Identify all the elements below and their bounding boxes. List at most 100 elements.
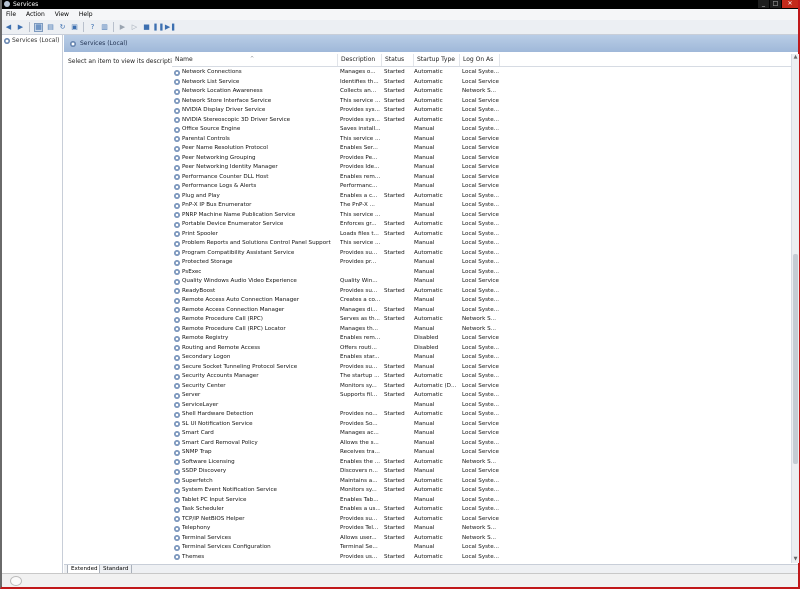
service-row[interactable]: Terminal Services Allows user... Started Au… [172, 534, 791, 544]
properties-icon[interactable]: ▤ [46, 23, 55, 32]
service-row[interactable]: Remote Access Connection Manager Manages … [172, 306, 791, 316]
service-gear-icon [174, 307, 180, 314]
service-name-cell: Portable Device Enumerator Service [174, 220, 334, 230]
service-row[interactable]: Secure Socket Tunneling Protocol Service… [172, 363, 791, 373]
service-row[interactable]: ServiceLayer Manual Local Syste... [172, 401, 791, 411]
service-row[interactable]: SL UI Notification Service Provides So...… [172, 420, 791, 430]
menu-view[interactable]: View [51, 9, 73, 20]
service-status: Started [384, 107, 405, 113]
service-row[interactable]: Print Spooler Loads files t... Started Auto… [172, 230, 791, 240]
service-row[interactable]: Smart Card Removal Policy Allows the s...… [172, 439, 791, 449]
service-row[interactable]: Office Source Engine Saves install... Manu… [172, 125, 791, 135]
service-row[interactable]: Telephony Provides Tel... Started Manual Net… [172, 524, 791, 534]
column-header-name[interactable]: Name ^ [172, 54, 338, 66]
service-status [384, 201, 414, 211]
service-row[interactable]: Remote Registry Enables rem... Disabled Loc… [172, 334, 791, 344]
service-row[interactable]: Peer Networking Identity Manager Provides… [172, 163, 791, 173]
help-icon[interactable]: ? [88, 23, 97, 32]
service-row[interactable]: Security Accounts Manager The startup ...… [172, 372, 791, 382]
refresh-icon[interactable]: ↻ [58, 23, 67, 32]
service-row[interactable]: PNRP Machine Name Publication Service Thi… [172, 211, 791, 221]
service-row[interactable]: Smart Card Manages ac... Manual Local Servi… [172, 429, 791, 439]
service-row[interactable]: ReadyBoost Provides su... Started Automatic… [172, 287, 791, 297]
service-row[interactable]: Network Connections Manages o... Started Au… [172, 68, 791, 78]
maximize-button[interactable]: □ [770, 0, 781, 8]
service-row[interactable]: Routing and Remote Access Offers routi...… [172, 344, 791, 354]
service-gear-icon [174, 402, 180, 409]
close-button[interactable]: ✕ [782, 0, 798, 8]
service-row[interactable]: SSDP Discovery Discovers n... Started Manua… [172, 467, 791, 477]
service-row[interactable]: PsExec Manual Local Syste... [172, 268, 791, 278]
service-gear-icon [174, 468, 180, 475]
service-row[interactable]: NVIDIA Stereoscopic 3D Driver Service Pro… [172, 116, 791, 126]
service-row[interactable]: Network List Service Identifies th... Star… [172, 78, 791, 88]
menu-help[interactable]: Help [75, 9, 97, 20]
back-arrow-icon[interactable]: ◀ [4, 23, 13, 32]
service-row[interactable]: Problem Reports and Solutions Control Pa… [172, 239, 791, 249]
service-name: Peer Networking Grouping [182, 154, 256, 161]
scroll-up-arrow-icon[interactable]: ▲ [792, 54, 799, 61]
service-status [384, 182, 414, 192]
service-row[interactable]: TCP/IP NetBIOS Helper Provides su... Start… [172, 515, 791, 525]
service-row[interactable]: Portable Device Enumerator Service Enforc… [172, 220, 791, 230]
console-view-icon[interactable]: ▥ [100, 23, 109, 32]
service-row[interactable]: Parental Controls This service ... Manual L… [172, 135, 791, 145]
service-row[interactable]: Terminal Services Configuration Terminal … [172, 543, 791, 553]
pause-service-icon[interactable]: ❚❚ [153, 23, 165, 32]
services-window: Services _ □ ✕ File Action View Help ◀ ▶… [0, 0, 800, 589]
column-header-startup-type[interactable]: Startup Type [414, 54, 460, 66]
service-row[interactable]: Secondary Logon Enables star... Manual Loca… [172, 353, 791, 363]
column-header-status[interactable]: Status [382, 54, 414, 66]
service-row[interactable]: Shell Hardware Detection Provides no... St… [172, 410, 791, 420]
service-row[interactable]: NVIDIA Display Driver Service Provides sy… [172, 106, 791, 116]
service-row[interactable]: SNMP Trap Receives tra... Manual Local Serv… [172, 448, 791, 458]
service-row[interactable]: Network Store Interface Service This serv… [172, 97, 791, 107]
service-row[interactable]: Remote Procedure Call (RPC) Locator Manag… [172, 325, 791, 335]
service-name-cell: Security Center [174, 382, 334, 392]
service-log-on-as: Local Syste... [462, 354, 500, 360]
service-name-cell: Peer Networking Grouping [174, 154, 334, 164]
export-list-icon[interactable]: ▣ [70, 23, 79, 32]
service-row[interactable]: Tablet PC Input Service Enables Tab... Man… [172, 496, 791, 506]
service-row[interactable]: Peer Networking Grouping Provides Pe... Ma… [172, 154, 791, 164]
service-row[interactable]: Network Location Awareness Collects an...… [172, 87, 791, 97]
scroll-down-arrow-icon[interactable]: ▼ [792, 556, 799, 563]
service-status [384, 353, 414, 363]
service-row[interactable]: Plug and Play Enables a c... Started Automa… [172, 192, 791, 202]
stop-service-icon[interactable]: ■ [142, 23, 151, 32]
service-row[interactable]: Server Supports fil... Started Automatic Loc… [172, 391, 791, 401]
service-row[interactable]: Remote Access Auto Connection Manager Cre… [172, 296, 791, 306]
service-log-on-as: Local Service [462, 173, 499, 180]
service-row[interactable]: Protected Storage Provides pr... Manual Loc… [172, 258, 791, 268]
service-row[interactable]: Performance Logs & Alerts Performanc... Ma… [172, 182, 791, 192]
column-header-description[interactable]: Description [338, 54, 382, 66]
service-status: Started [384, 392, 405, 398]
service-row[interactable]: Quality Windows Audio Video Experience Qu… [172, 277, 791, 287]
title-bar[interactable]: Services _ □ ✕ [2, 0, 798, 9]
service-row[interactable]: System Event Notification Service Monitor… [172, 486, 791, 496]
start-paused-icon[interactable]: ▷ [130, 23, 139, 32]
vertical-scrollbar[interactable]: ▲ ▼ [791, 54, 799, 563]
restart-service-icon[interactable]: ▶❚ [165, 23, 176, 32]
service-name: Remote Procedure Call (RPC) Locator [182, 325, 286, 332]
minimize-button[interactable]: _ [758, 0, 769, 8]
tree-item-services-local[interactable]: Services (Local) [4, 37, 59, 44]
service-row[interactable]: Software Licensing Enables the ... Started… [172, 458, 791, 468]
column-header-log-on-as[interactable]: Log On As [460, 54, 500, 66]
menu-file[interactable]: File [2, 9, 20, 20]
start-service-icon[interactable]: ▶ [118, 23, 127, 32]
service-row[interactable]: Remote Procedure Call (RPC) Serves as th.… [172, 315, 791, 325]
service-row[interactable]: PnP-X IP Bus Enumerator The PnP-X ... Manu… [172, 201, 791, 211]
service-row[interactable]: Themes Provides us... Started Automatic Loca… [172, 553, 791, 563]
service-name-cell: Terminal Services [174, 534, 334, 544]
service-row[interactable]: Peer Name Resolution Protocol Enables Ser… [172, 144, 791, 154]
forward-arrow-icon[interactable]: ▶ [16, 23, 25, 32]
service-row[interactable]: Superfetch Maintains a... Started Automatic… [172, 477, 791, 487]
scrollbar-thumb[interactable] [793, 254, 798, 464]
service-row[interactable]: Program Compatibility Assistant Service P… [172, 249, 791, 259]
service-row[interactable]: Task Scheduler Enables a us... Started Auto… [172, 505, 791, 515]
service-row[interactable]: Performance Counter DLL Host Enables rem.… [172, 173, 791, 183]
menu-action[interactable]: Action [22, 9, 49, 20]
service-row[interactable]: Security Center Monitors sy... Started Auto… [172, 382, 791, 392]
show-hide-console-tree-icon[interactable]: ▦ [34, 22, 43, 32]
